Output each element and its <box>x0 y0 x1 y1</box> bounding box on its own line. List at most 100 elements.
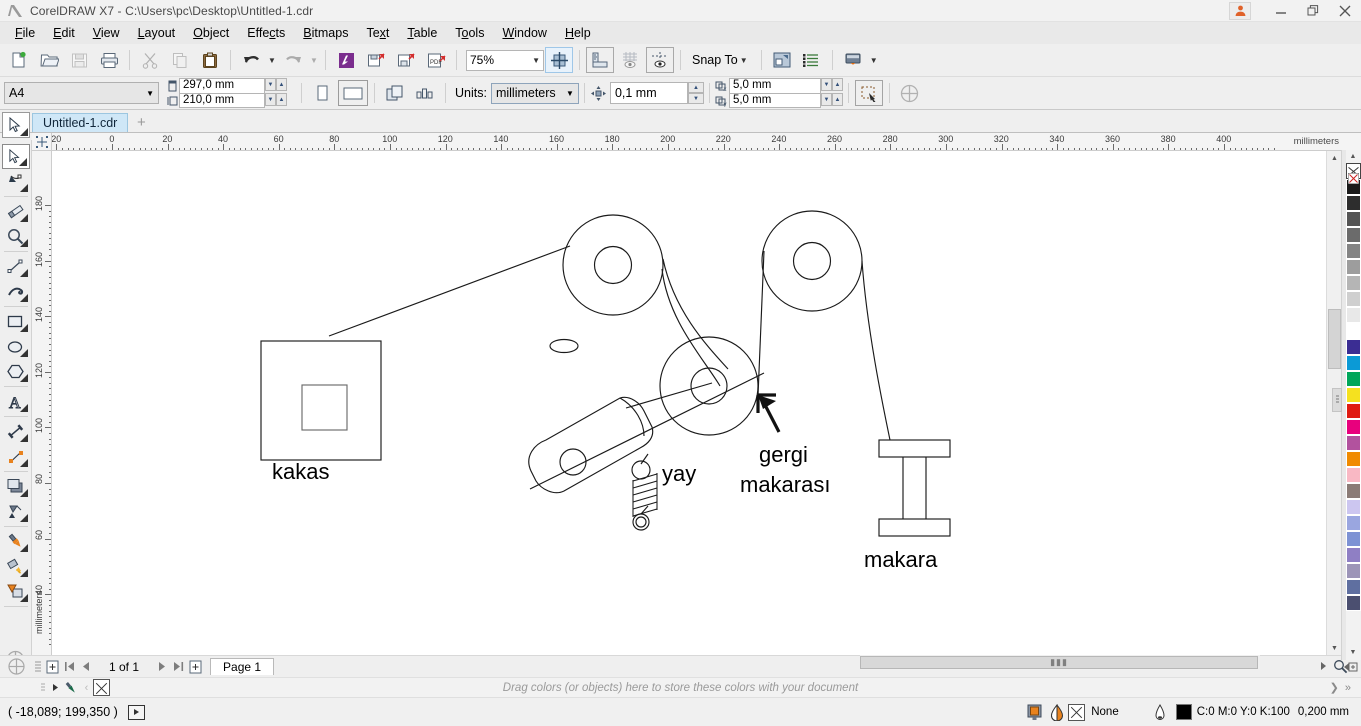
palette-swatch[interactable] <box>1346 275 1361 291</box>
palette-swatch[interactable] <box>1346 579 1361 595</box>
sidebar-item-text-tool[interactable]: A <box>2 389 30 414</box>
palette-scroll-down-icon[interactable]: ▼ <box>1345 645 1361 659</box>
active-tool-indicator[interactable] <box>2 112 30 138</box>
sidebar-item-crop-tool[interactable] <box>2 199 30 224</box>
status-expand-button[interactable] <box>128 705 145 720</box>
menu-bitmaps[interactable]: Bitmaps <box>294 24 357 42</box>
sidebar-item-artistic-media-tool[interactable] <box>2 279 30 304</box>
palette-swatch[interactable] <box>1346 243 1361 259</box>
undo-dropdown-icon[interactable]: ▼ <box>266 48 278 72</box>
duplicate-x-value[interactable]: 5,0 mm <box>729 78 821 93</box>
new-document-icon[interactable] <box>5 47 33 73</box>
next-page-button[interactable] <box>153 658 170 676</box>
sidebar-item-smart-fill-tool[interactable] <box>2 579 30 604</box>
export-icon[interactable] <box>392 47 420 73</box>
add-page-at-end-button[interactable] <box>187 658 204 676</box>
palette-swatch[interactable] <box>1346 227 1361 243</box>
show-rulers-icon[interactable] <box>586 47 614 73</box>
current-page-only-button[interactable] <box>411 80 439 106</box>
palette-swatch[interactable] <box>1346 499 1361 515</box>
palette-swatch[interactable] <box>1346 371 1361 387</box>
palette-swatch[interactable] <box>1346 291 1361 307</box>
first-page-button[interactable] <box>61 658 78 676</box>
horizontal-scrollbar[interactable]: ▮▮▮ <box>860 655 1260 670</box>
outline-color-swatch[interactable] <box>1176 704 1192 720</box>
object-manager-icon[interactable] <box>798 47 826 73</box>
paste-icon[interactable] <box>196 47 224 73</box>
palette-swatch[interactable] <box>1346 403 1361 419</box>
vertical-ruler[interactable]: 180160140120100806040millimeters <box>32 151 52 656</box>
palette-swatch[interactable] <box>1346 339 1361 355</box>
eyedropper-icon[interactable] <box>62 681 80 695</box>
chevron-down-icon[interactable]: ▼ <box>532 56 540 65</box>
application-launcher-icon[interactable] <box>839 47 867 73</box>
sidebar-item-zoom-tool[interactable] <box>2 224 30 249</box>
minimize-button[interactable] <box>1265 0 1297 22</box>
palette-swatch[interactable] <box>1346 307 1361 323</box>
snap-to-button[interactable]: Snap To ▼ <box>686 48 756 72</box>
all-pages-button[interactable] <box>381 80 409 106</box>
quick-customize-nav-icon[interactable] <box>0 658 32 675</box>
nudge-distance-value[interactable]: 0,1 mm <box>610 82 688 104</box>
sidebar-item-straight-line-connector-tool[interactable] <box>2 444 30 469</box>
palette-swatch[interactable] <box>1346 387 1361 403</box>
previous-page-button[interactable] <box>78 658 95 676</box>
scroll-down-icon[interactable]: ▼ <box>1327 641 1342 656</box>
page-width-value[interactable]: 297,0 mm <box>179 78 265 93</box>
units-combo[interactable]: millimeters ▼ <box>491 83 579 104</box>
drawing-canvas[interactable]: kakas yay gergi makarası makara <box>52 151 1340 656</box>
palette-swatch[interactable] <box>1346 435 1361 451</box>
ruler-origin-button[interactable] <box>32 133 52 151</box>
duplicate-x-spinner[interactable]: ▼▲ <box>821 78 843 93</box>
page-nav-grip[interactable] <box>32 659 44 675</box>
menu-tools[interactable]: Tools <box>446 24 493 42</box>
palette-swatch[interactable] <box>1346 483 1361 499</box>
docker-collapse-handle[interactable] <box>1332 388 1342 412</box>
sidebar-item-interactive-fill-tool[interactable] <box>2 554 30 579</box>
nudge-spinner[interactable]: ▲▼ <box>688 82 704 104</box>
add-page-at-start-button[interactable] <box>44 658 61 676</box>
outline-pen-icon[interactable] <box>1149 704 1171 721</box>
sidebar-item-pick-tool[interactable] <box>2 144 30 169</box>
palette-swatch[interactable] <box>1346 547 1361 563</box>
palette-prev-icon[interactable]: ‹ <box>80 682 93 694</box>
new-tab-button[interactable]: + <box>128 113 154 132</box>
duplicate-y-value[interactable]: 5,0 mm <box>729 93 821 108</box>
portrait-orientation-button[interactable] <box>308 80 336 106</box>
palette-swatch[interactable] <box>1346 595 1361 611</box>
palette-swatch[interactable] <box>1346 259 1361 275</box>
scroll-up-icon[interactable]: ▲ <box>1327 151 1342 166</box>
zoom-levels-icon[interactable] <box>545 47 573 73</box>
palette-swatch[interactable] <box>1346 355 1361 371</box>
sidebar-item-ellipse-tool[interactable] <box>2 334 30 359</box>
menu-table[interactable]: Table <box>398 24 446 42</box>
sidebar-item-parallel-dimension-tool[interactable] <box>2 419 30 444</box>
palette-swatch[interactable] <box>1346 467 1361 483</box>
palette-swatch[interactable] <box>1346 515 1361 531</box>
sidebar-item-rectangle-tool[interactable] <box>2 309 30 334</box>
palette-grip[interactable] <box>38 681 48 695</box>
menu-effects[interactable]: Effects <box>238 24 294 42</box>
open-document-icon[interactable] <box>35 47 63 73</box>
last-page-button[interactable] <box>170 658 187 676</box>
import-icon[interactable] <box>362 47 390 73</box>
palette-swatch[interactable] <box>1346 211 1361 227</box>
palette-swatch[interactable] <box>1346 451 1361 467</box>
document-color-settings-icon[interactable] <box>1022 704 1046 721</box>
page-width-spinner[interactable]: ▼▲ <box>265 78 287 93</box>
page-height-value[interactable]: 210,0 mm <box>179 93 265 108</box>
color-palette[interactable]: ▲ <box>1345 150 1361 660</box>
menu-window[interactable]: Window <box>493 24 555 42</box>
sidebar-item-color-eyedropper-tool[interactable] <box>2 529 30 554</box>
sidebar-item-polygon-tool[interactable] <box>2 359 30 384</box>
palette-swatch[interactable] <box>1346 195 1361 211</box>
print-document-icon[interactable] <box>95 47 123 73</box>
sidebar-item-shape-tool[interactable] <box>2 169 30 194</box>
close-button[interactable] <box>1329 0 1361 22</box>
menu-view[interactable]: View <box>84 24 129 42</box>
palette-swatch[interactable] <box>1346 563 1361 579</box>
user-account-icon[interactable] <box>1229 2 1251 20</box>
vertical-scroll-thumb[interactable] <box>1328 309 1341 369</box>
undo-icon[interactable] <box>237 47 265 73</box>
corel-connect-icon[interactable] <box>332 47 360 73</box>
